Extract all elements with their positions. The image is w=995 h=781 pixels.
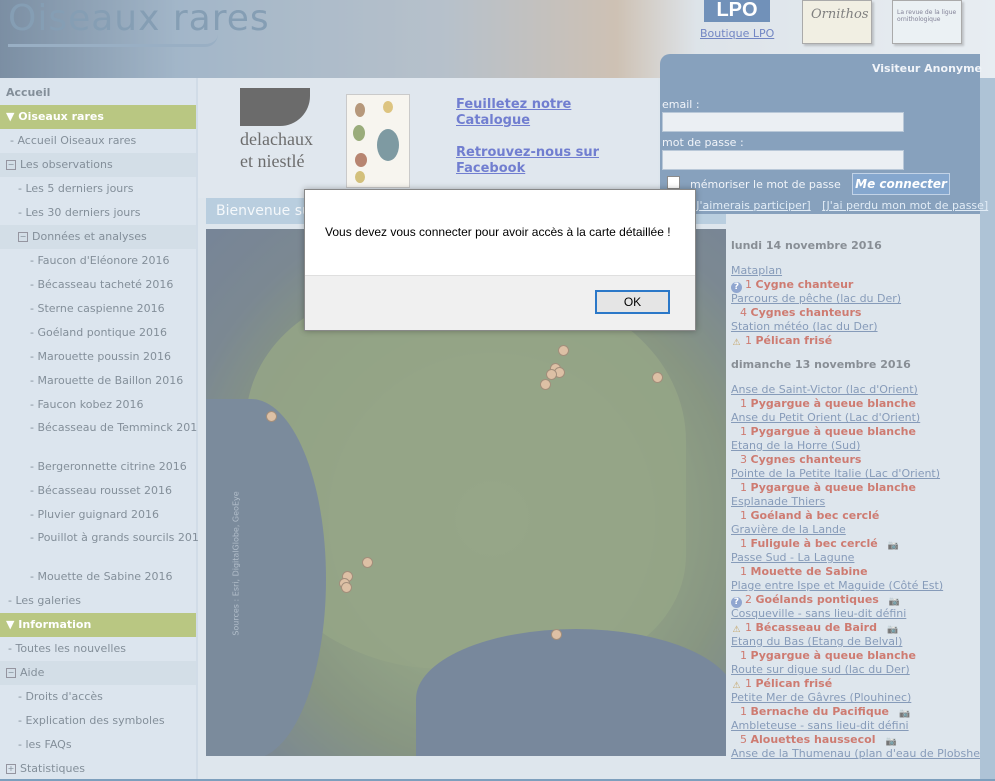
dialog-body: Vous devez vous connecter pour avoir acc… [305,190,695,276]
alert-dialog: Vous devez vous connecter pour avoir acc… [304,189,696,331]
ok-button[interactable]: OK [595,290,670,314]
modal-overlay [0,0,995,779]
dialog-message: Vous devez vous connecter pour avoir acc… [325,225,671,239]
